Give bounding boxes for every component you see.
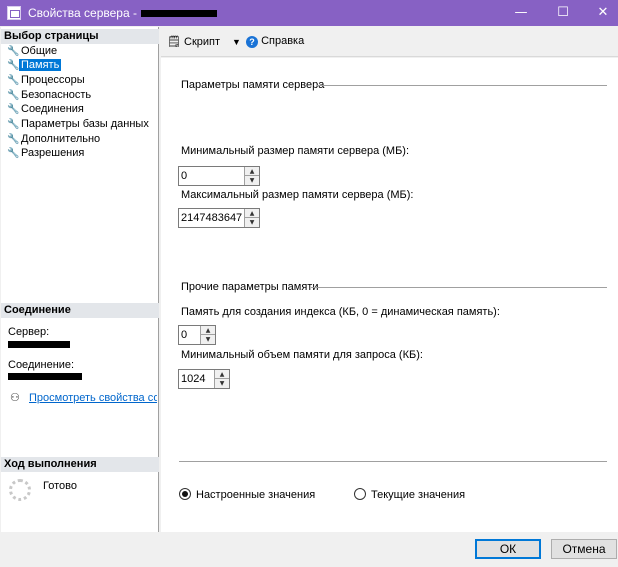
view-connection-properties-link[interactable]: Просмотреть свойства соединения [29, 392, 157, 404]
wrench-icon: 🔧 [7, 60, 20, 71]
help-icon: ? [246, 36, 258, 48]
query-memory-stepper[interactable]: 1024 ▲ ▼ [178, 369, 230, 389]
stepper-buttons: ▲ ▼ [200, 326, 215, 344]
nav-item-label: Соединения [21, 103, 84, 115]
script-dropdown-button[interactable]: ▼ [232, 37, 241, 47]
script-icon: 🗒 [167, 35, 181, 48]
nav-item-label: Процессоры [21, 74, 85, 86]
min-memory-value: 0 [181, 170, 188, 182]
nav-item-label: Безопасность [21, 89, 92, 101]
left-panel: Выбор страницы 🔧 Общие 🔧 Память 🔧 Процессор… [1, 27, 159, 532]
running-values-radio[interactable]: Текущие значения [354, 488, 465, 501]
decrement-icon[interactable]: ▼ [215, 379, 229, 388]
nav-item-database-settings[interactable]: 🔧 Параметры базы данных [7, 117, 151, 131]
connection-header: Соединение [1, 303, 159, 318]
group-divider [311, 287, 607, 288]
max-memory-value: 2147483647 [181, 212, 243, 224]
radio-selected-icon [179, 488, 191, 500]
server-label: Сервер: [8, 326, 50, 338]
progress-status: Готово [43, 480, 77, 492]
close-button[interactable]: ✕ [584, 0, 618, 26]
query-memory-value: 1024 [181, 373, 206, 385]
index-memory-label: Память для создания индекса (КБ, 0 = дин… [181, 306, 500, 318]
nav-item-memory[interactable]: 🔧 Память [7, 58, 62, 72]
decrement-icon[interactable]: ▼ [201, 335, 215, 344]
dialog-footer: ОК Отмена [0, 532, 618, 567]
title-bar: Свойства сервера - — ☐ ✕ [0, 0, 618, 26]
cancel-button[interactable]: Отмена [551, 539, 617, 559]
nav-item-label: Дополнительно [21, 133, 101, 145]
window-title: Свойства сервера - [28, 6, 217, 20]
group-divider [317, 85, 607, 86]
increment-icon[interactable]: ▲ [245, 209, 259, 218]
redacted-server [8, 341, 70, 348]
ok-button[interactable]: ОК [475, 539, 541, 559]
configured-values-label: Настроенные значения [196, 489, 316, 501]
max-memory-label: Максимальный размер памяти сервера (МБ): [181, 189, 414, 201]
stepper-buttons: ▲ ▼ [214, 370, 229, 388]
redacted-connection [8, 373, 82, 380]
max-memory-stepper[interactable]: 2147483647 ▲ ▼ [178, 208, 260, 228]
nav-item-label: Разрешения [21, 147, 85, 159]
progress-spinner-icon [9, 479, 31, 501]
nav-item-general[interactable]: 🔧 Общие [7, 44, 59, 58]
wrench-icon: 🔧 [7, 46, 20, 57]
configured-values-radio[interactable]: Настроенные значения [179, 488, 315, 501]
script-label: Скрипт [184, 36, 221, 48]
stepper-buttons: ▲ ▼ [244, 167, 259, 185]
help-label: Справка [261, 35, 305, 47]
index-memory-stepper[interactable]: 0 ▲ ▼ [178, 325, 216, 345]
maximize-button[interactable]: ☐ [544, 0, 582, 26]
progress-header: Ход выполнения [1, 457, 159, 472]
wrench-icon: 🔧 [7, 119, 20, 130]
bottom-divider [179, 461, 607, 462]
nav-item-processors[interactable]: 🔧 Процессоры [7, 73, 87, 87]
toolbar: 🗒 Скрипт ▼ ? Справка [161, 27, 618, 57]
decrement-icon[interactable]: ▼ [245, 176, 259, 185]
script-button[interactable]: 🗒 Скрипт [167, 35, 220, 48]
wrench-icon: 🔧 [7, 134, 20, 145]
wrench-icon: 🔧 [7, 90, 20, 101]
other-memory-group-title: Прочие параметры памяти [181, 281, 319, 293]
connection-properties-icon: ⚇ [10, 391, 20, 404]
nav-item-label: Параметры базы данных [21, 118, 149, 130]
minimize-button[interactable]: — [502, 0, 540, 26]
index-memory-value: 0 [181, 329, 188, 341]
wrench-icon: 🔧 [7, 148, 20, 159]
running-values-label: Текущие значения [371, 489, 466, 501]
connection-label: Соединение: [8, 359, 75, 371]
increment-icon[interactable]: ▲ [215, 370, 229, 379]
stepper-buttons: ▲ ▼ [244, 209, 259, 227]
memory-settings-panel: Параметры памяти сервера Минимальный раз… [161, 58, 618, 532]
min-memory-label: Минимальный размер памяти сервера (МБ): [181, 145, 410, 157]
wrench-icon: 🔧 [7, 104, 20, 115]
nav-item-label: Общие [21, 45, 58, 57]
increment-icon[interactable]: ▲ [201, 326, 215, 335]
server-properties-icon [7, 6, 21, 20]
help-button[interactable]: ? Справка [246, 35, 304, 48]
nav-item-permissions[interactable]: 🔧 Разрешения [7, 146, 86, 160]
decrement-icon[interactable]: ▼ [245, 218, 259, 227]
wrench-icon: 🔧 [7, 75, 20, 86]
nav-item-connections[interactable]: 🔧 Соединения [7, 102, 86, 116]
radio-unselected-icon [354, 488, 366, 500]
redacted-server-name [140, 10, 217, 18]
query-memory-label: Минимальный объем памяти для запроса (КБ… [181, 349, 423, 361]
increment-icon[interactable]: ▲ [245, 167, 259, 176]
nav-item-label: Память [19, 59, 62, 71]
nav-item-advanced[interactable]: 🔧 Дополнительно [7, 132, 102, 146]
page-select-header: Выбор страницы [1, 29, 159, 44]
server-memory-group-title: Параметры памяти сервера [181, 79, 325, 91]
nav-item-security[interactable]: 🔧 Безопасность [7, 88, 93, 102]
window-title-text: Свойства сервера - [28, 6, 137, 20]
min-memory-stepper[interactable]: 0 ▲ ▼ [178, 166, 260, 186]
